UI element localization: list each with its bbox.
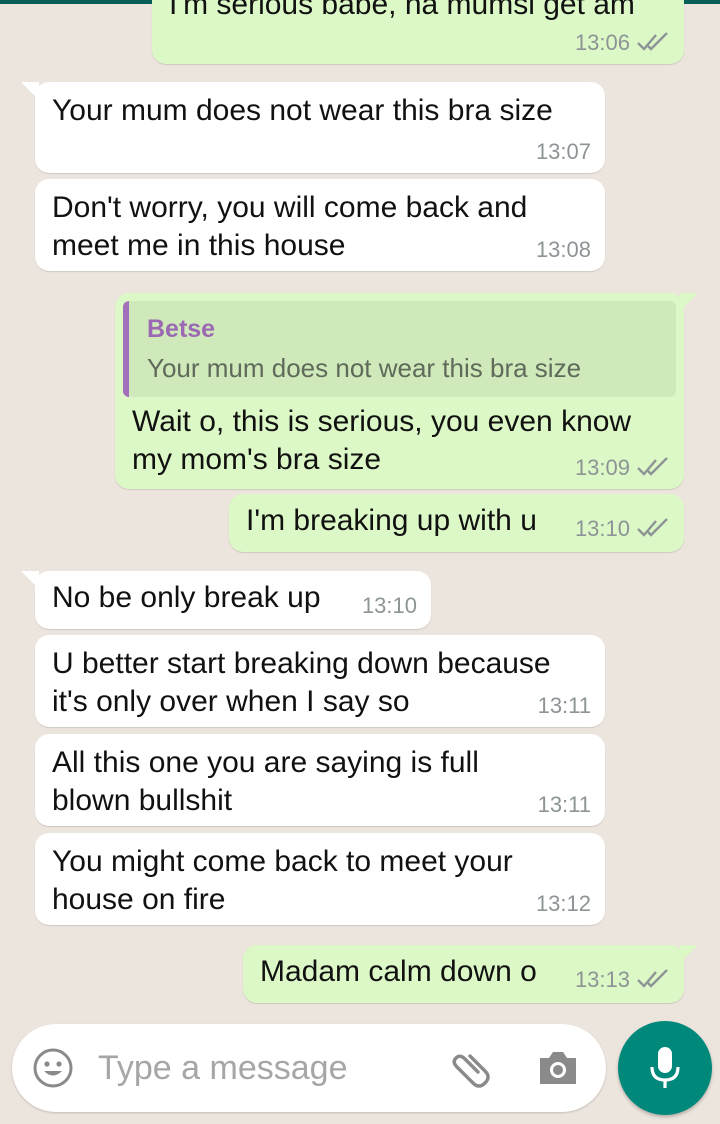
- message-bubble-in[interactable]: No be only break up 13:10: [21, 571, 431, 629]
- message-time: 13:09: [574, 455, 630, 480]
- message-bubble-out[interactable]: Madam calm down o 13:13: [243, 945, 698, 1003]
- double-check-icon: [637, 32, 668, 51]
- message-bubble-in[interactable]: Don't worry, you will come back and meet…: [35, 179, 605, 271]
- message-time: 13:07: [535, 139, 591, 164]
- camera-icon[interactable]: [536, 1048, 580, 1088]
- message-composer[interactable]: Type a message: [12, 1024, 606, 1112]
- message-bubble-in[interactable]: You might come back to meet your house o…: [35, 833, 605, 925]
- message-time: 13:10: [574, 516, 630, 541]
- message-text: All this one you are saying is full blow…: [52, 746, 479, 817]
- message-time: 13:12: [535, 891, 591, 916]
- message-text: Wait o, this is serious, you even know m…: [132, 405, 632, 476]
- message-input[interactable]: Type a message: [98, 1049, 347, 1088]
- double-check-icon: [637, 518, 668, 537]
- message-bubble-out[interactable]: Betse Your mum does not wear this bra si…: [115, 293, 698, 489]
- double-check-icon: [637, 969, 668, 988]
- attach-icon[interactable]: [448, 1046, 494, 1090]
- message-time: 13:06: [574, 30, 630, 55]
- chat-area[interactable]: I'm serious babe, na mumsi get am 13:06 …: [0, 0, 720, 1124]
- message-text: Madam calm down o: [260, 955, 537, 988]
- message-time: 13:11: [537, 792, 591, 817]
- quote-text: Your mum does not wear this bra size: [147, 353, 582, 383]
- voice-record-button[interactable]: [618, 1021, 712, 1115]
- quoted-message[interactable]: Betse Your mum does not wear this bra si…: [123, 301, 676, 397]
- message-time: 13:10: [361, 593, 417, 618]
- emoji-icon[interactable]: [32, 1047, 74, 1089]
- message-text: No be only break up: [52, 581, 321, 614]
- double-check-icon: [637, 457, 668, 476]
- message-text: You might come back to meet your house o…: [52, 845, 513, 916]
- message-time: 13:11: [537, 693, 591, 718]
- message-text: I'm breaking up with u: [246, 504, 537, 537]
- message-bubble-out[interactable]: I'm serious babe, na mumsi get am 13:06: [152, 0, 684, 64]
- message-bubble-in[interactable]: All this one you are saying is full blow…: [35, 734, 605, 826]
- quote-author: Betse: [147, 315, 216, 343]
- mic-icon: [650, 1047, 680, 1088]
- message-bubble-in[interactable]: Your mum does not wear this bra size 13:…: [21, 82, 605, 173]
- message-text: Don't worry, you will come back and meet…: [52, 191, 528, 262]
- message-text: Your mum does not wear this bra size: [52, 94, 553, 127]
- message-text: I'm serious babe, na mumsi get am: [169, 0, 635, 21]
- message-time: 13:13: [574, 967, 630, 992]
- message-text: U better start breaking down because it'…: [52, 647, 551, 718]
- message-bubble-in[interactable]: U better start breaking down because it'…: [35, 635, 605, 727]
- message-bubble-out[interactable]: I'm breaking up with u 13:10: [229, 494, 684, 552]
- message-time: 13:08: [535, 237, 591, 262]
